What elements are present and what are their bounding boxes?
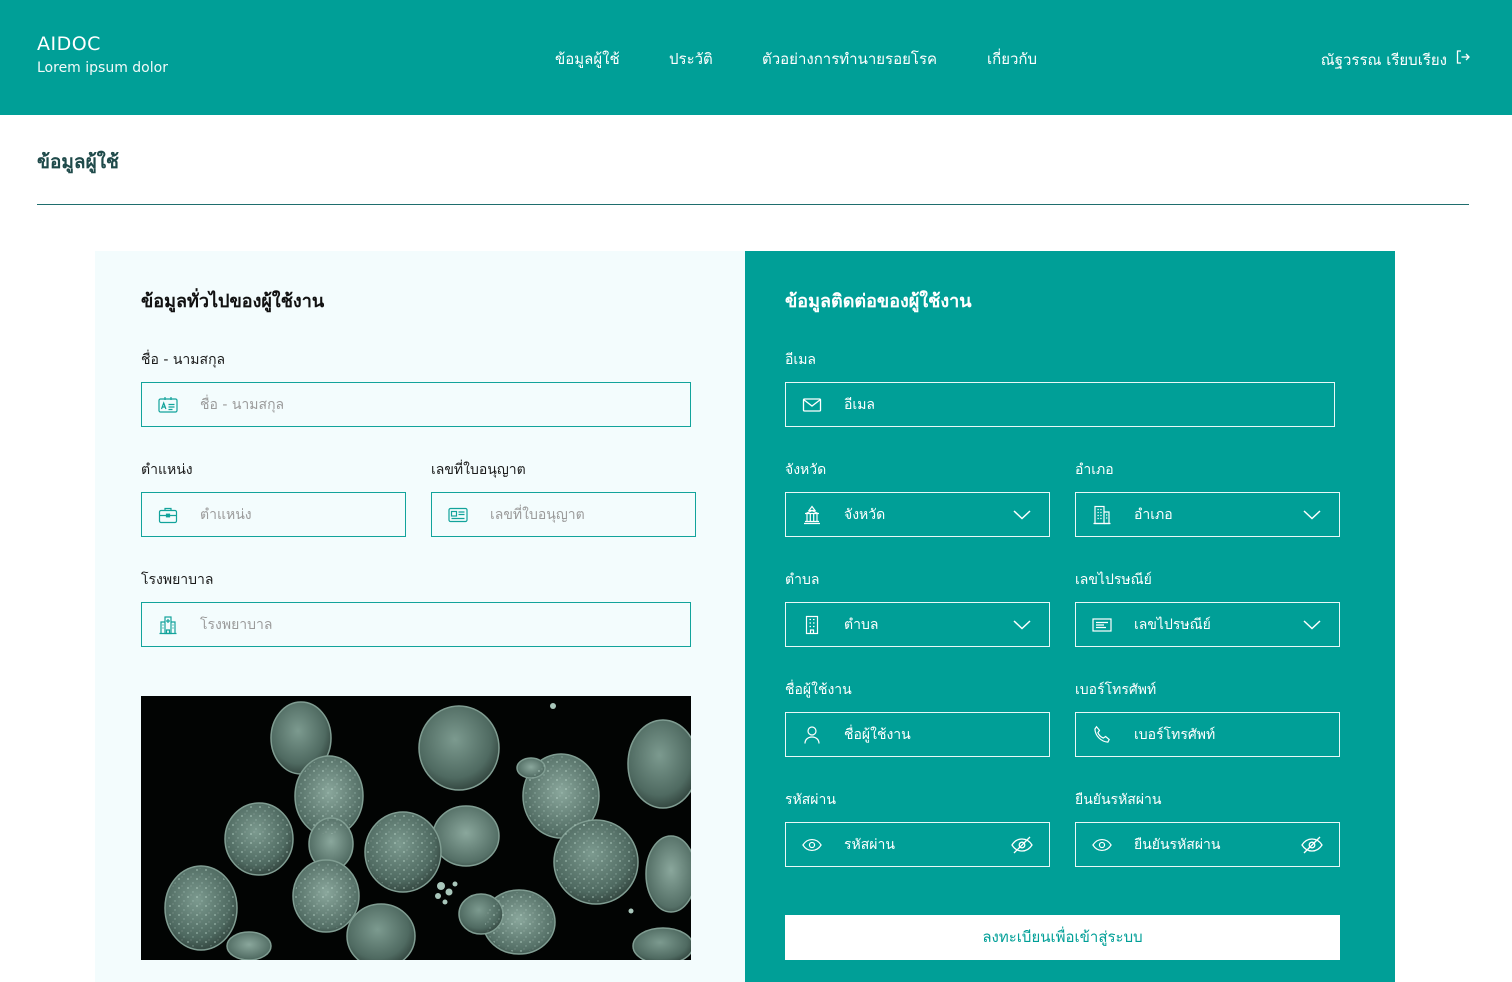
username-label: ชื่อผู้ใช้งาน xyxy=(785,682,852,698)
register-button[interactable]: ลงทะเบียนเพื่อเข้าสู่ระบบ xyxy=(785,915,1340,960)
cell-microscopy-image xyxy=(141,696,691,960)
eye-icon xyxy=(802,835,822,855)
title-divider xyxy=(37,204,1469,205)
app-title: AIDOC xyxy=(37,33,101,55)
fullname-label: ชื่อ - นามสกุล xyxy=(141,352,226,368)
briefcase-icon xyxy=(158,505,178,525)
email-label: อีเมล xyxy=(785,352,817,368)
postcode-input[interactable] xyxy=(1134,603,1301,646)
app-subtitle: Lorem ipsum dolor xyxy=(37,60,168,76)
eye-off-icon[interactable] xyxy=(1301,834,1323,856)
hospital-label: โรงพยาบาล xyxy=(141,572,214,588)
fullname-input[interactable] xyxy=(200,383,690,426)
position-field[interactable] xyxy=(141,492,406,537)
phone-label: เบอร์โทรศัพท์ xyxy=(1075,682,1157,698)
brand[interactable]: AIDOC Lorem ipsum dolor xyxy=(37,33,168,77)
user-icon xyxy=(802,725,822,745)
password-input[interactable] xyxy=(844,823,1011,866)
chevron-down-icon[interactable] xyxy=(1011,504,1033,526)
id-card-icon xyxy=(158,395,178,415)
eye-icon xyxy=(1092,835,1112,855)
license-label: เลขที่ใบอนุญาต xyxy=(431,462,526,478)
subdistrict-input[interactable] xyxy=(844,603,1011,646)
nav-item-prediction-examples[interactable]: ตัวอย่างการทำนายรอยโรค xyxy=(762,49,937,69)
password-label: รหัสผ่าน xyxy=(785,792,836,808)
chevron-down-icon[interactable] xyxy=(1301,614,1323,636)
chevron-down-icon[interactable] xyxy=(1301,504,1323,526)
province-label: จังหวัด xyxy=(785,462,827,478)
position-label: ตำแหน่ง xyxy=(141,462,193,478)
chevron-down-icon[interactable] xyxy=(1011,614,1033,636)
logout-icon[interactable] xyxy=(1455,49,1471,70)
buildings-icon xyxy=(1092,505,1112,525)
mail-icon xyxy=(802,395,822,415)
page-title: ข้อมูลผู้ใช้ xyxy=(37,151,119,173)
user-name: ณัฐวรรณ เรียบเรียง xyxy=(1320,50,1447,69)
phone-field[interactable] xyxy=(1075,712,1340,757)
province-input[interactable] xyxy=(844,493,1011,536)
username-input[interactable] xyxy=(844,713,1049,756)
subdistrict-label: ตำบล xyxy=(785,572,820,588)
hospital-field[interactable] xyxy=(141,602,691,647)
general-info-title: ข้อมูลทั่วไปของผู้ใช้งาน xyxy=(141,291,325,312)
postcode-select[interactable] xyxy=(1075,602,1340,647)
landmark-icon xyxy=(802,505,822,525)
confirm-password-field[interactable] xyxy=(1075,822,1340,867)
hospital-input[interactable] xyxy=(200,603,690,646)
subdistrict-select[interactable] xyxy=(785,602,1050,647)
district-input[interactable] xyxy=(1134,493,1301,536)
postcode-icon xyxy=(1092,615,1112,635)
nav-item-user-info[interactable]: ข้อมูลผู้ใช้ xyxy=(555,49,620,69)
eye-off-icon[interactable] xyxy=(1011,834,1033,856)
username-field[interactable] xyxy=(785,712,1050,757)
top-navigation-bar: AIDOC Lorem ipsum dolor ข้อมูลผู้ใช้ ประ… xyxy=(0,0,1512,115)
hospital-icon xyxy=(158,615,178,635)
district-select[interactable] xyxy=(1075,492,1340,537)
license-field[interactable] xyxy=(431,492,696,537)
license-card-icon xyxy=(448,505,468,525)
province-select[interactable] xyxy=(785,492,1050,537)
nav-item-history[interactable]: ประวัติ xyxy=(669,49,713,69)
confirm-password-label: ยืนยันรหัสผ่าน xyxy=(1075,792,1162,808)
email-input[interactable] xyxy=(844,383,1334,426)
position-input[interactable] xyxy=(200,493,405,536)
building-icon xyxy=(802,615,822,635)
nav-item-about[interactable]: เกี่ยวกับ xyxy=(987,49,1037,69)
password-field[interactable] xyxy=(785,822,1050,867)
postcode-label: เลขไปรษณีย์ xyxy=(1075,572,1152,588)
phone-icon xyxy=(1092,725,1112,745)
phone-input[interactable] xyxy=(1134,713,1339,756)
license-input[interactable] xyxy=(490,493,695,536)
contact-info-title: ข้อมูลติดต่อของผู้ใช้งาน xyxy=(785,291,972,312)
email-field[interactable] xyxy=(785,382,1335,427)
fullname-field[interactable] xyxy=(141,382,691,427)
district-label: อำเภอ xyxy=(1075,462,1114,478)
user-menu[interactable]: ณัฐวรรณ เรียบเรียง xyxy=(1321,49,1471,70)
confirm-password-input[interactable] xyxy=(1134,823,1301,866)
